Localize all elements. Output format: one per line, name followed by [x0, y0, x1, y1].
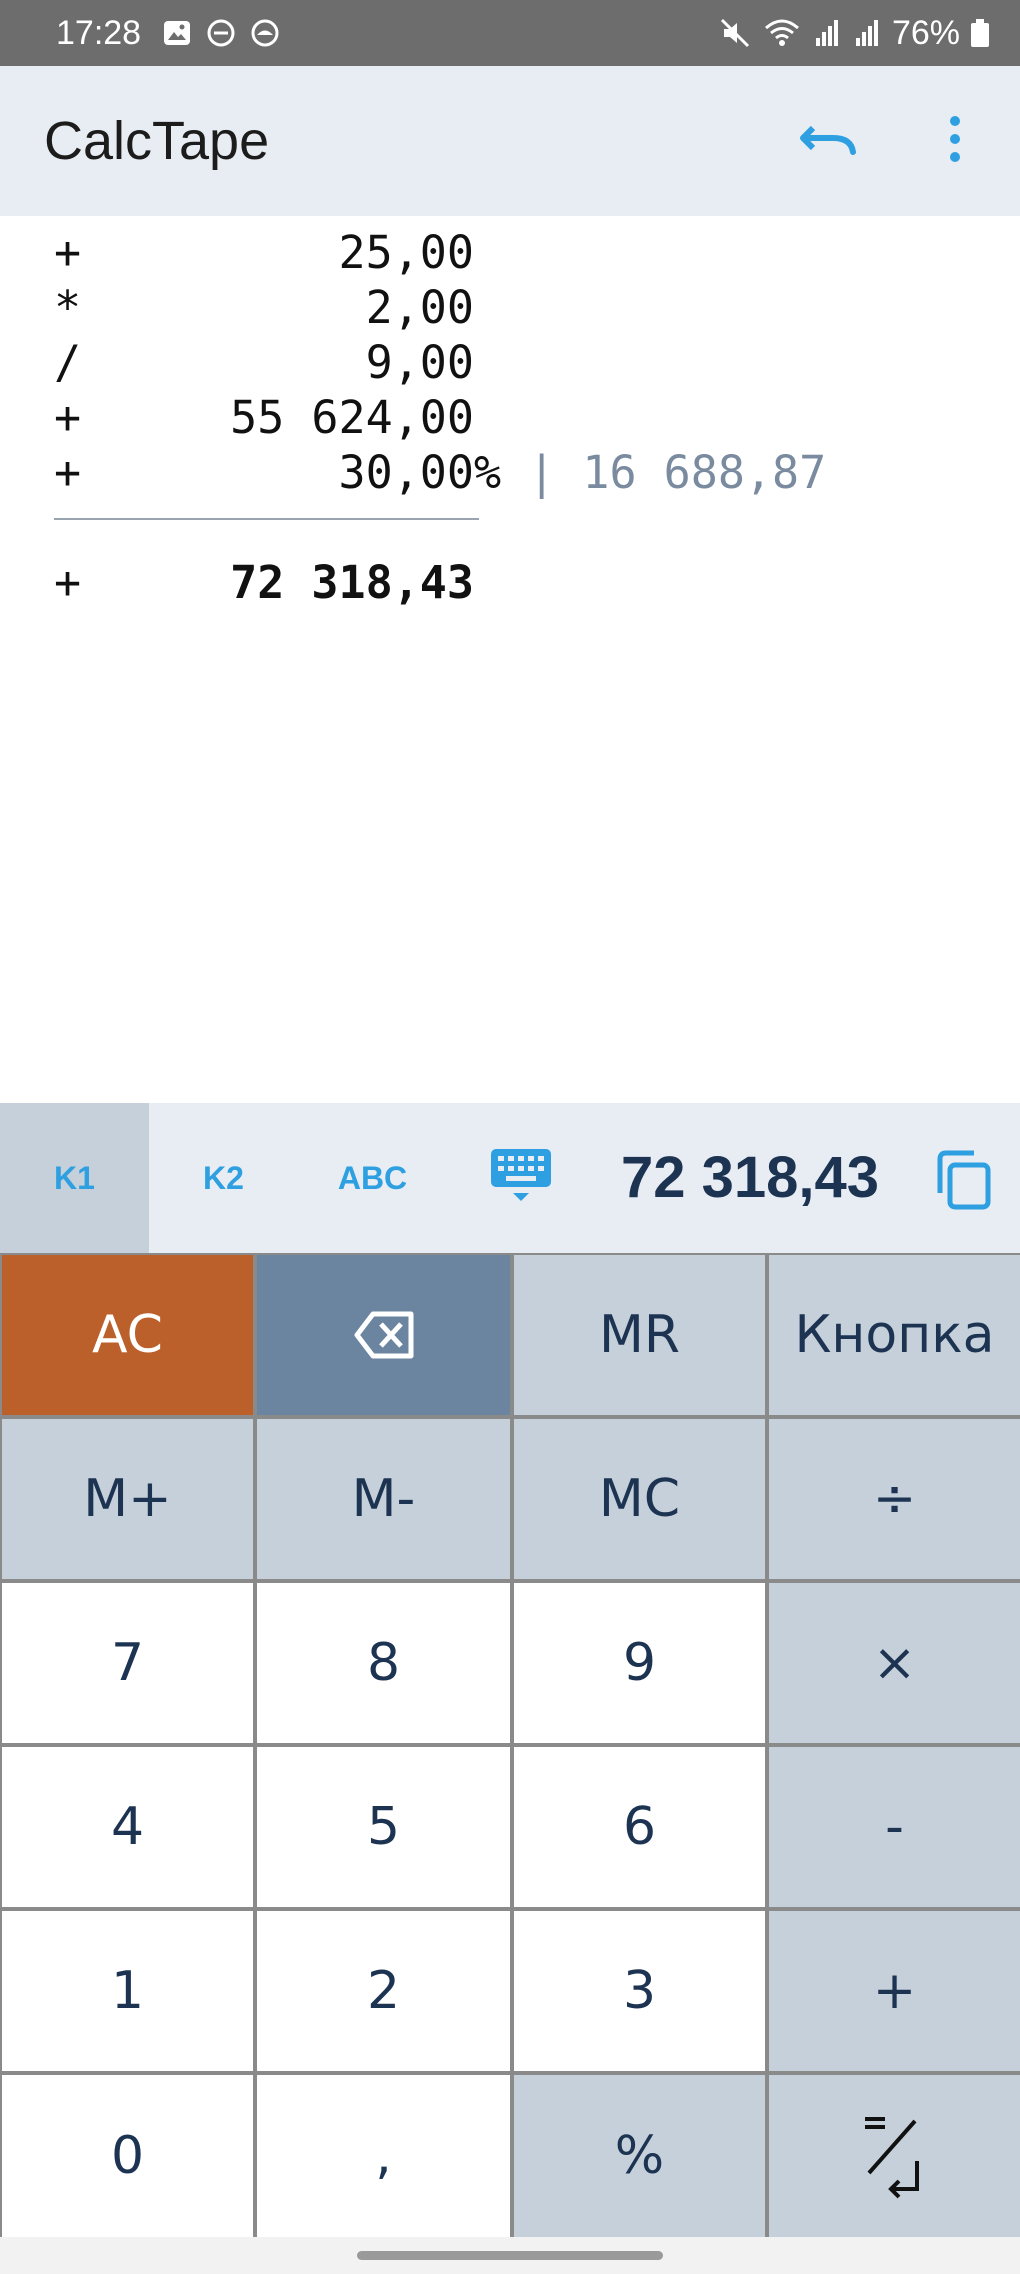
tab-k1[interactable]: K1 — [0, 1103, 149, 1253]
tape-row: /9,00 — [54, 336, 474, 389]
app-bar: CalcTape — [0, 66, 1020, 216]
digit-5-button[interactable]: 5 — [257, 1747, 510, 1907]
digit-6-button[interactable]: 6 — [514, 1747, 765, 1907]
wifi-icon — [764, 19, 799, 46]
digit-1-button[interactable]: 1 — [2, 1911, 253, 2071]
home-indicator[interactable] — [357, 2251, 663, 2260]
equals-enter-icon — [864, 2117, 919, 2199]
mode-bar: K1 K2 ABC 72 318,43 — [0, 1103, 1020, 1253]
status-right: 76% — [718, 10, 990, 56]
tape-separator — [54, 518, 479, 520]
percent-button[interactable]: % — [514, 2075, 765, 2237]
copy-icon[interactable] — [930, 1147, 996, 1213]
percent-amount: | 16 688,87 — [501, 446, 827, 499]
backspace-icon — [354, 1311, 413, 1359]
digit-2-button[interactable]: 2 — [257, 1911, 510, 2071]
minus-button[interactable]: - — [769, 1747, 1020, 1907]
battery-percent: 76% — [891, 13, 960, 52]
ac-button[interactable]: AC — [2, 1255, 253, 1415]
tape-row: * 2,00 — [54, 281, 474, 334]
app-notification-icon — [251, 19, 279, 47]
mr-button[interactable]: MR — [514, 1255, 765, 1415]
tape-row-percent: +30,00% | 16 688,87 — [54, 446, 827, 499]
m-minus-button[interactable]: M- — [257, 1419, 510, 1579]
m-plus-button[interactable]: M+ — [2, 1419, 253, 1579]
status-time: 17:28 — [56, 14, 142, 52]
navigation-bar — [0, 2237, 1020, 2274]
battery-icon — [971, 19, 989, 47]
tab-k2[interactable]: K2 — [149, 1103, 298, 1253]
do-not-disturb-icon — [207, 19, 235, 47]
signal-2-icon — [855, 20, 878, 46]
tape-row: +25,00 — [54, 226, 474, 279]
undo-icon[interactable] — [795, 106, 861, 172]
backspace-button[interactable] — [257, 1255, 510, 1415]
app-title: CalcTape — [44, 111, 270, 171]
multiply-button[interactable]: × — [769, 1583, 1020, 1743]
tape-result-row: +72 318,43 — [54, 556, 474, 609]
digit-9-button[interactable]: 9 — [514, 1583, 765, 1743]
comma-button[interactable]: , — [257, 2075, 510, 2237]
tape-row: +55 624,00 — [54, 391, 474, 444]
more-options-icon[interactable] — [930, 106, 980, 172]
display-value: 72 318,43 — [620, 1145, 880, 1210]
digit-7-button[interactable]: 7 — [2, 1583, 253, 1743]
custom-button[interactable]: Кнопка — [769, 1255, 1020, 1415]
equals-enter-button[interactable] — [769, 2075, 1020, 2237]
digit-3-button[interactable]: 3 — [514, 1911, 765, 2071]
digit-0-button[interactable]: 0 — [2, 2075, 253, 2237]
calculation-tape[interactable]: +25,00 * 2,00 /9,00 +55 624,00 +30,00% | … — [0, 216, 1020, 1103]
divide-button[interactable]: ÷ — [769, 1419, 1020, 1579]
keypad: AC MR Кнопка M+ M- MC ÷ 7 8 9 × 4 5 6 - … — [0, 1253, 1020, 2237]
digit-4-button[interactable]: 4 — [2, 1747, 253, 1907]
mute-icon — [720, 18, 749, 48]
status-bar: 17:28 76% — [0, 0, 1020, 66]
digit-8-button[interactable]: 8 — [257, 1583, 510, 1743]
tab-abc[interactable]: ABC — [298, 1103, 447, 1253]
mc-button[interactable]: MC — [514, 1419, 765, 1579]
tape-result: 72 318,43 — [230, 556, 474, 609]
gallery-icon — [164, 21, 190, 45]
plus-button[interactable]: + — [769, 1911, 1020, 2071]
signal-1-icon — [815, 20, 838, 46]
keyboard-icon[interactable] — [488, 1147, 554, 1207]
